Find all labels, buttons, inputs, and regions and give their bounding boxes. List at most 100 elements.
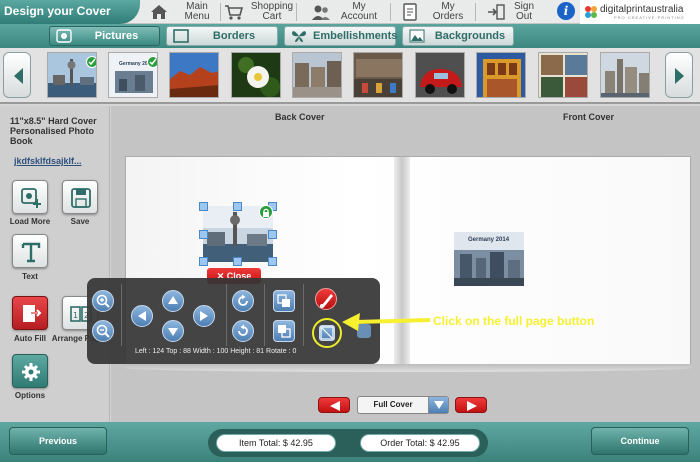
full-page-button[interactable] — [312, 318, 342, 348]
resize-handle[interactable] — [199, 257, 208, 266]
borders-icon — [173, 29, 189, 43]
rotate-cw-icon — [238, 294, 248, 306]
tab-borders-label: Borders — [212, 30, 256, 42]
arrow-right-icon — [200, 311, 208, 321]
photo-dimensions-readout: Left : 124 Top : 88 Width : 100 Height :… — [135, 348, 297, 355]
bring-forward-icon — [277, 294, 290, 307]
book-spine — [394, 157, 410, 367]
move-left-button[interactable] — [131, 305, 153, 327]
text-icon — [21, 242, 41, 263]
move-right-button[interactable] — [193, 305, 215, 327]
rotate-counterclockwise-button[interactable] — [232, 320, 254, 342]
effects-button[interactable] — [315, 288, 337, 310]
thumbnail[interactable] — [538, 52, 588, 98]
page-selector[interactable]: Full Cover — [357, 396, 449, 414]
nav-my-account[interactable]: My Account — [309, 0, 383, 24]
tab-embellishments-label: Embellishments — [313, 30, 398, 42]
front-photo-caption: Germany 2014 — [468, 237, 510, 243]
nav-my-orders[interactable]: My Orders — [398, 0, 472, 24]
front-cover-photo[interactable]: Germany 2014 — [454, 232, 524, 286]
thumbnail-image — [170, 53, 218, 97]
thumbnail-image — [601, 53, 649, 97]
zoom-in-button[interactable] — [92, 290, 114, 312]
thumbnail-image — [416, 53, 464, 97]
thumbnail-image — [354, 53, 402, 97]
save-icon — [71, 188, 91, 208]
annotation-callout: Click on the full page button — [433, 314, 595, 328]
send-backward-icon — [278, 325, 291, 338]
back-cover-label: Back Cover — [275, 112, 325, 122]
thumbnail[interactable] — [353, 52, 403, 98]
rotate-clockwise-button[interactable] — [232, 290, 254, 312]
move-down-button[interactable] — [162, 320, 184, 342]
resize-handle[interactable] — [268, 257, 277, 266]
zoom-in-icon — [96, 294, 110, 308]
nav-sign-out-label: Sign Out — [513, 1, 534, 22]
move-up-button[interactable] — [162, 290, 184, 312]
continue-button[interactable]: Continue — [591, 427, 689, 455]
tab-backgrounds-label: Backgrounds — [434, 30, 506, 42]
info-button[interactable]: i — [557, 2, 575, 20]
thumbnail[interactable] — [169, 52, 219, 98]
order-total: Order Total: $ 42.95 — [360, 434, 480, 452]
options-label: Options — [14, 391, 46, 400]
tab-embellishments[interactable]: Embellishments — [284, 26, 398, 46]
next-page-button[interactable] — [455, 397, 487, 413]
used-check-icon — [86, 56, 96, 68]
thumbnail[interactable] — [415, 52, 465, 98]
svg-text:1: 1 — [73, 311, 78, 320]
app-title: Design your Cover — [0, 0, 140, 24]
resize-handle[interactable] — [233, 202, 242, 211]
text-button[interactable] — [12, 234, 48, 268]
photo-strip: Germany 2014 — [0, 48, 700, 104]
nav-my-orders-label: My Orders — [432, 1, 464, 22]
cover-workspace: Back Cover Front Cover ✕ Close Germany 2… — [111, 106, 700, 422]
thumbnail[interactable] — [600, 52, 650, 98]
page-selector-dropdown[interactable] — [428, 397, 448, 413]
tab-pictures-label: Pictures — [94, 30, 139, 42]
resize-handle[interactable] — [199, 202, 208, 211]
resize-handle[interactable] — [268, 230, 277, 239]
full-page-icon — [319, 325, 335, 341]
bring-forward-button[interactable] — [273, 290, 295, 312]
thumbnail[interactable] — [292, 52, 342, 98]
item-total: Item Total: $ 42.95 — [216, 434, 336, 452]
brand-mark-icon — [585, 6, 597, 18]
previous-button[interactable]: Previous — [9, 427, 107, 455]
load-more-button[interactable] — [12, 180, 48, 214]
arrow-left-icon — [138, 311, 146, 321]
tab-pictures[interactable]: Pictures — [49, 26, 160, 46]
strip-next-button[interactable] — [665, 52, 693, 98]
nav-my-account-label: My Account — [340, 1, 378, 22]
order-totals: Item Total: $ 42.95 Order Total: $ 42.95 — [208, 429, 488, 457]
thumbnail[interactable] — [476, 52, 526, 98]
tab-backgrounds[interactable]: Backgrounds — [402, 26, 514, 46]
front-cover-label: Front Cover — [563, 112, 615, 122]
previous-page-button[interactable] — [318, 397, 350, 413]
thumbnail-image — [539, 53, 587, 97]
resize-handle[interactable] — [199, 230, 208, 239]
book-edge — [125, 364, 691, 372]
resize-handle[interactable] — [233, 257, 242, 266]
thumbnail[interactable]: Germany 2014 — [108, 52, 158, 98]
nav-shopping-cart[interactable]: Shopping Cart — [222, 0, 296, 24]
home-icon — [151, 5, 167, 19]
arrow-left-icon — [330, 401, 340, 411]
options-button[interactable] — [12, 354, 48, 388]
auto-fill-button[interactable] — [12, 296, 48, 330]
lock-icon[interactable] — [259, 205, 273, 219]
send-backward-button[interactable] — [273, 320, 295, 342]
nav-main-menu[interactable]: Main Menu — [147, 0, 221, 24]
gear-icon — [22, 363, 40, 381]
thumbnail[interactable] — [231, 52, 281, 98]
zoom-out-button[interactable] — [92, 320, 114, 342]
save-button[interactable] — [62, 180, 98, 214]
thumbnail[interactable] — [47, 52, 97, 98]
cart-icon — [225, 5, 244, 20]
nav-sign-out[interactable]: Sign Out — [484, 0, 550, 24]
sign-out-icon — [488, 4, 505, 20]
project-name-link[interactable]: jkdfsklfdsajklf... — [14, 156, 100, 166]
strip-prev-button[interactable] — [3, 52, 31, 98]
account-icon — [312, 5, 330, 20]
tab-borders[interactable]: Borders — [166, 26, 278, 46]
